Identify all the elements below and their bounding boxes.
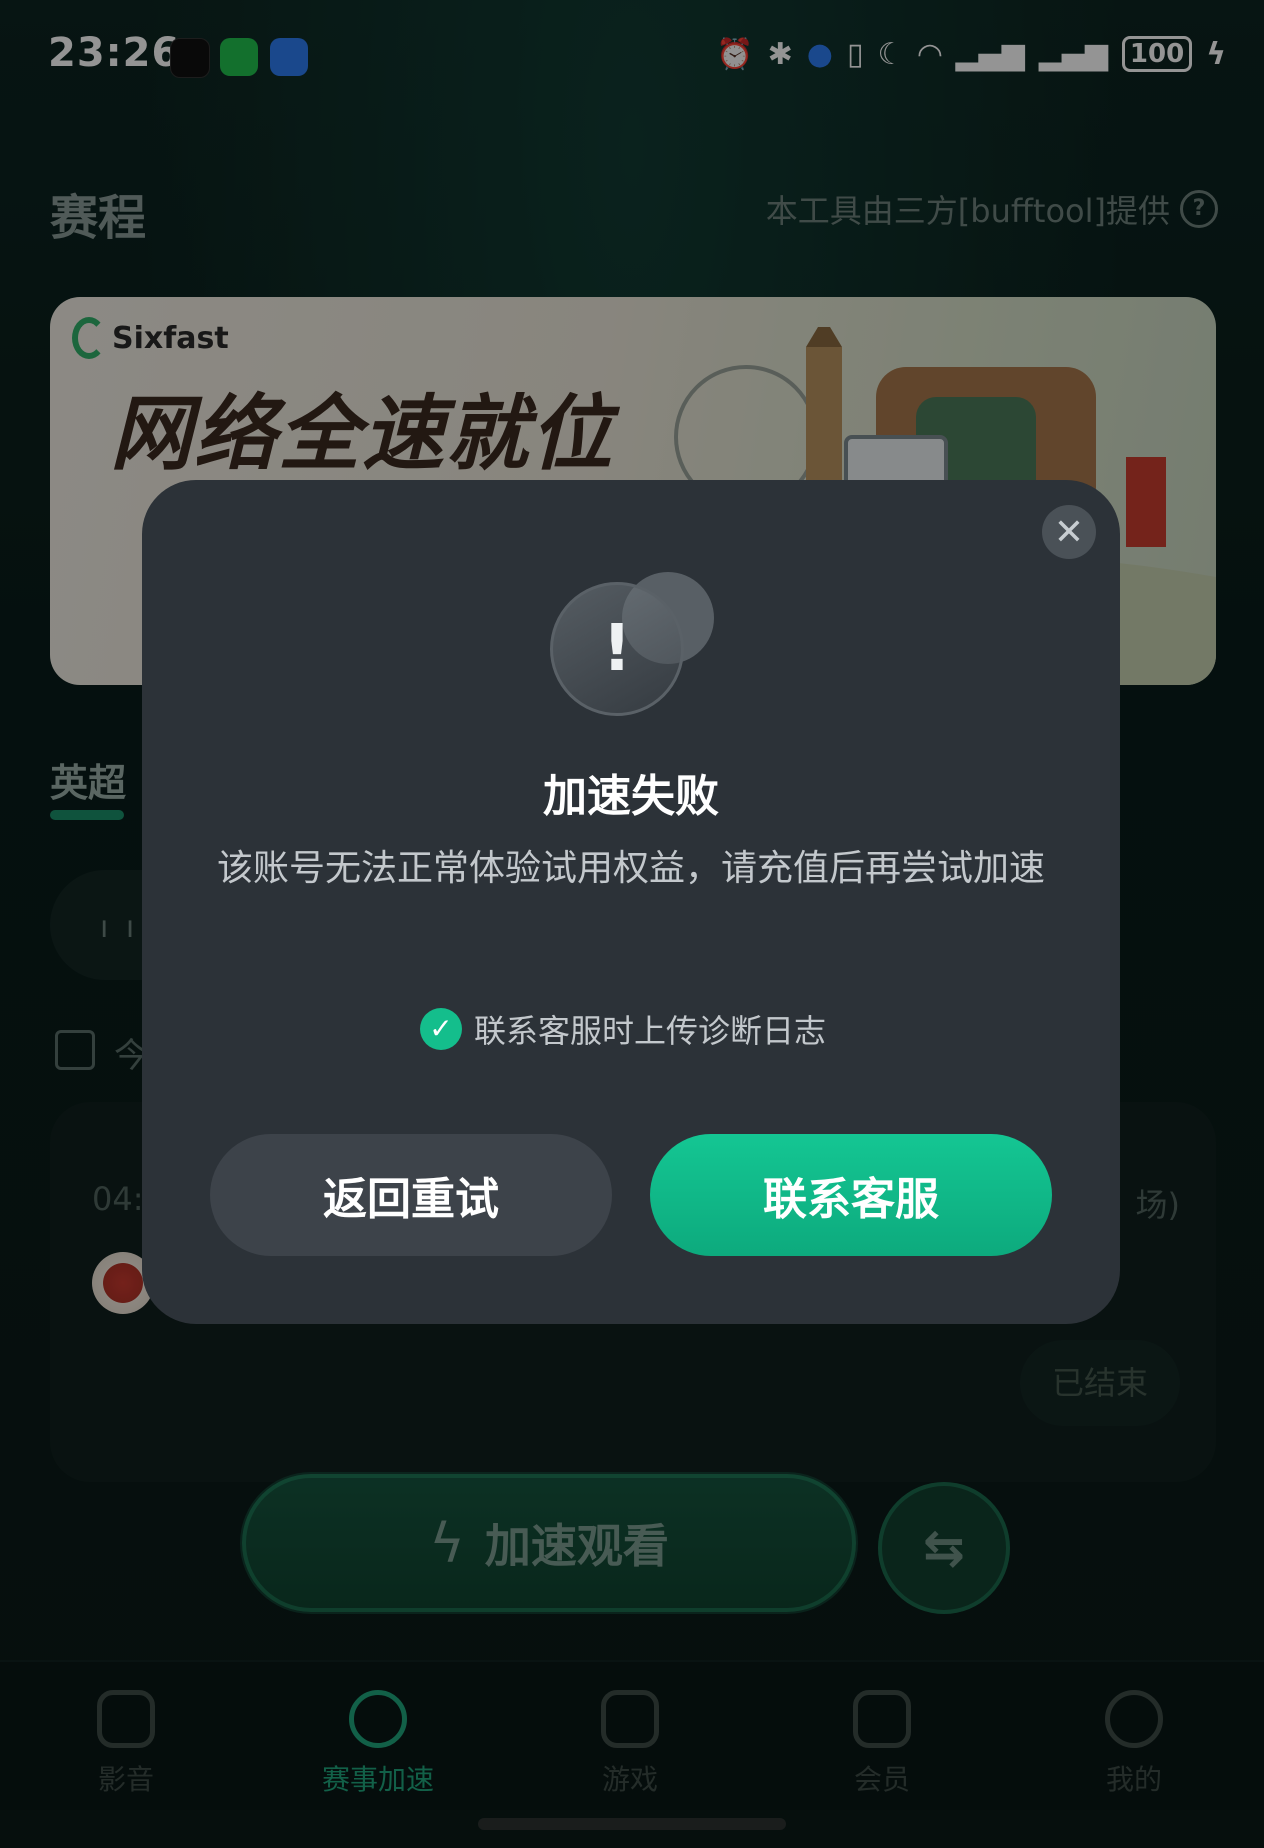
contact-support-button[interactable]: 联系客服 (650, 1134, 1052, 1256)
dialog-title: 加速失败 (543, 771, 719, 822)
upload-log-checkbox[interactable]: ✓ 联系客服时上传诊断日志 (420, 1006, 826, 1052)
close-button[interactable]: ✕ (1042, 505, 1096, 559)
checkmark-icon[interactable]: ✓ (420, 1008, 462, 1050)
retry-button[interactable]: 返回重试 (210, 1134, 612, 1256)
close-icon: ✕ (1053, 511, 1085, 553)
upload-log-label: 联系客服时上传诊断日志 (474, 1012, 827, 1050)
contact-support-label: 联系客服 (763, 1174, 939, 1225)
warning-icon: ! (550, 582, 684, 716)
dialog-message: 该账号无法正常体验试用权益，请充值后再尝试加速 (216, 848, 1045, 889)
retry-label: 返回重试 (323, 1174, 499, 1225)
